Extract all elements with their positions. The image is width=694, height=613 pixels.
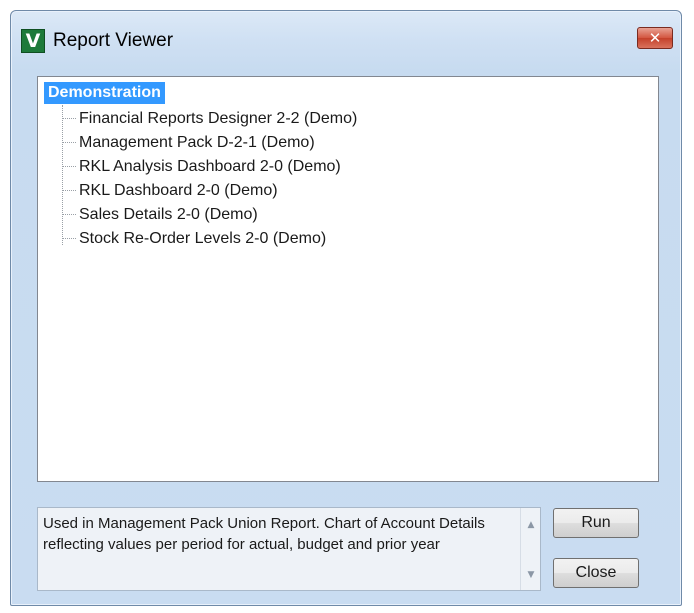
tree-item-label: Stock Re-Order Levels 2-0 (Demo): [79, 230, 327, 247]
tree-branch-line: [62, 142, 76, 144]
tree-branch-line: [62, 238, 76, 240]
run-button[interactable]: Run: [553, 508, 639, 538]
tree-item[interactable]: Management Pack D-2-1 (Demo): [62, 131, 315, 155]
tree-item[interactable]: RKL Analysis Dashboard 2-0 (Demo): [62, 155, 341, 179]
tree-branch-line: [62, 118, 76, 120]
tree-item[interactable]: Sales Details 2-0 (Demo): [62, 203, 258, 227]
tree-item[interactable]: Financial Reports Designer 2-2 (Demo): [62, 107, 357, 131]
close-icon[interactable]: ✕: [637, 27, 673, 49]
tree-item-label: Management Pack D-2-1 (Demo): [79, 134, 315, 151]
description-scrollbar[interactable]: ▲ ▼: [520, 508, 540, 590]
tree-item-label: RKL Analysis Dashboard 2-0 (Demo): [79, 158, 341, 175]
description-box[interactable]: Used in Management Pack Union Report. Ch…: [37, 507, 541, 591]
title-bar[interactable]: V Report Viewer ✕: [11, 11, 681, 67]
tree-branch-line: [62, 214, 76, 216]
scroll-down-arrow-icon[interactable]: ▼: [524, 568, 538, 582]
tree-branch-line: [62, 166, 76, 168]
scroll-up-arrow-icon[interactable]: ▲: [524, 518, 538, 532]
report-tree[interactable]: Demonstration Financial Reports Designer…: [37, 76, 659, 482]
tree-item[interactable]: Stock Re-Order Levels 2-0 (Demo): [62, 227, 326, 251]
app-icon: V: [21, 29, 45, 53]
tree-root-demonstration[interactable]: Demonstration: [44, 82, 165, 104]
close-button[interactable]: Close: [553, 558, 639, 588]
report-viewer-window: V Report Viewer ✕ Demonstration Financia…: [10, 10, 682, 606]
tree-item-label: Financial Reports Designer 2-2 (Demo): [79, 110, 358, 127]
tree-item[interactable]: RKL Dashboard 2-0 (Demo): [62, 179, 278, 203]
description-text: Used in Management Pack Union Report. Ch…: [43, 515, 485, 553]
tree-branch-line: [62, 190, 76, 192]
window-title: Report Viewer: [53, 30, 174, 51]
tree-item-label: RKL Dashboard 2-0 (Demo): [79, 182, 278, 199]
tree-item-label: Sales Details 2-0 (Demo): [79, 206, 258, 223]
